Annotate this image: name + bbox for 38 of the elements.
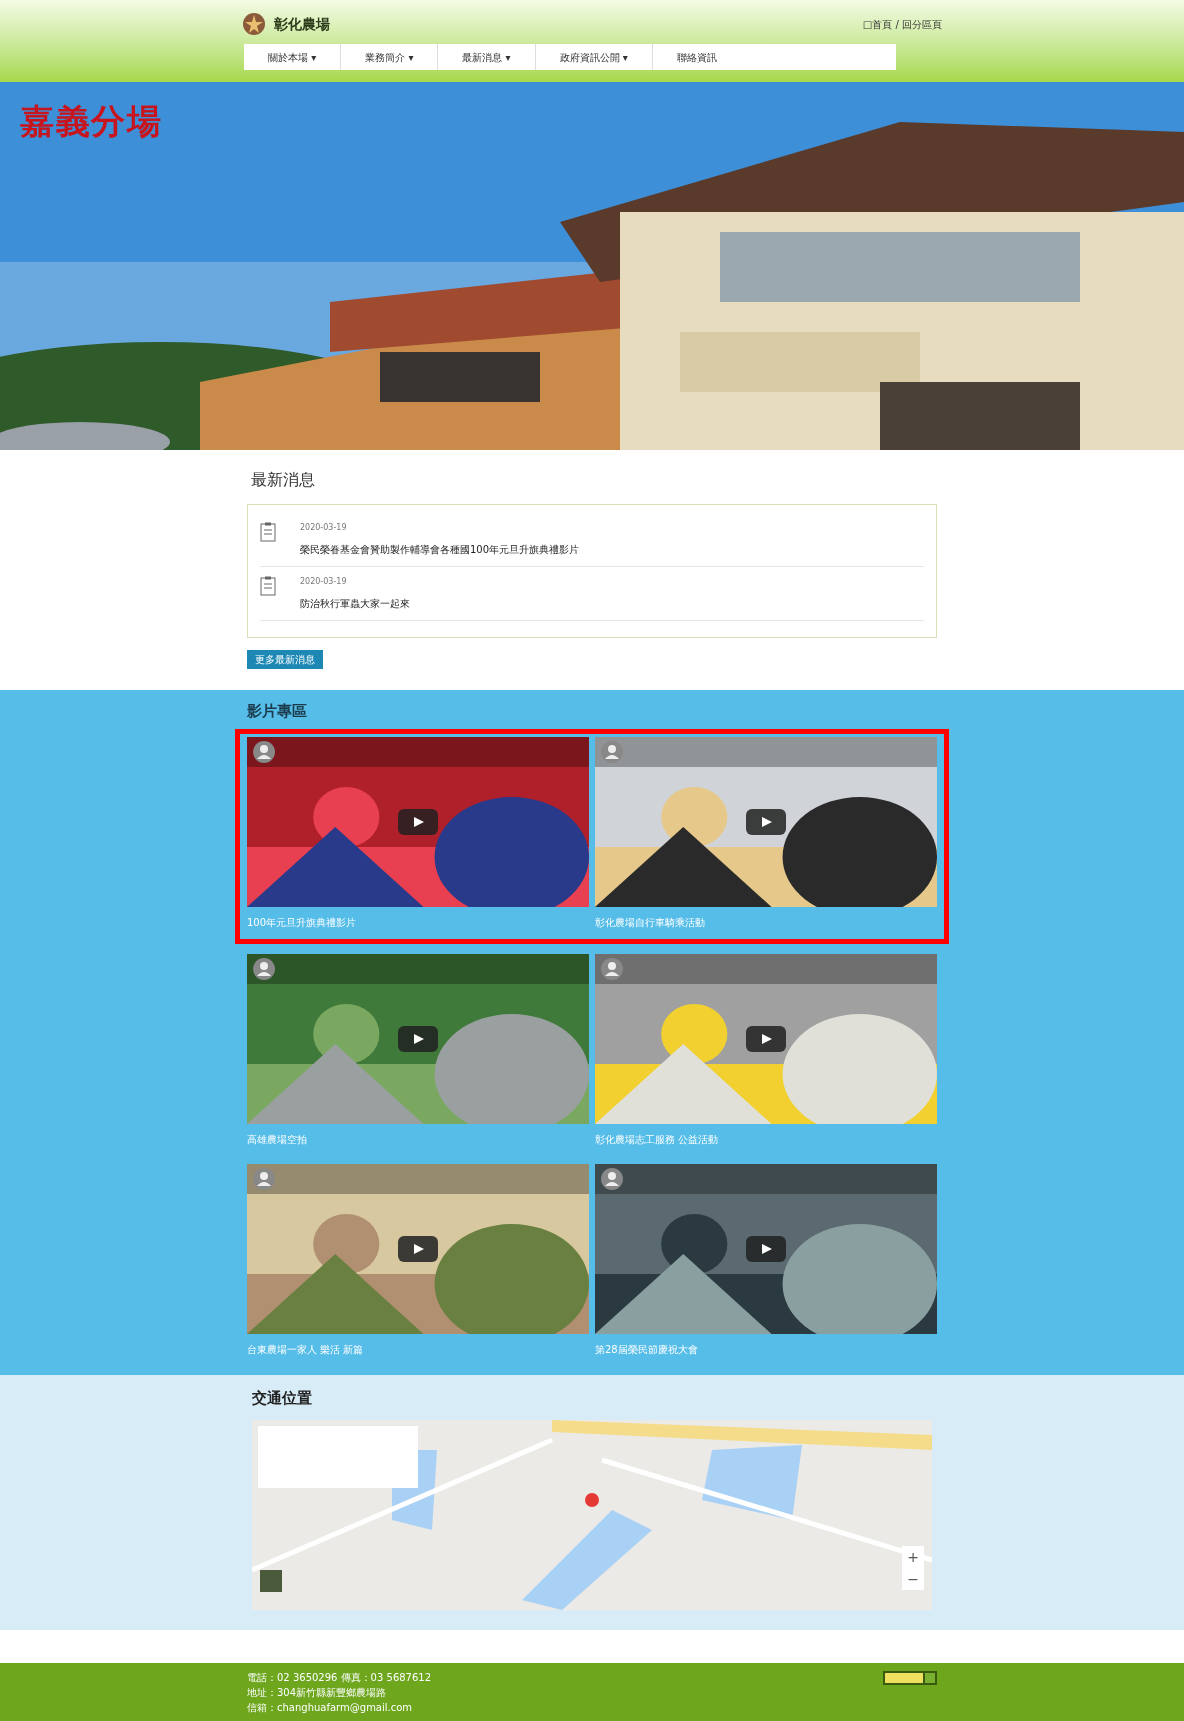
calendar-icon — [260, 522, 276, 542]
news-title-link[interactable]: 防治秋行軍蟲大家一起來 — [300, 596, 410, 611]
avatar-icon — [253, 1167, 275, 1190]
nav-item[interactable]: 關於本場 ▾ — [244, 44, 342, 70]
section-heading: 交通位置 — [252, 1388, 313, 1409]
news-date: 2020-03-19 — [300, 522, 348, 534]
top-links[interactable]: □首頁 / 回分區頁 — [862, 16, 942, 32]
play-icon[interactable] — [398, 808, 438, 835]
footer-text: 地址：304新竹縣新豐鄉農場路 — [247, 1686, 388, 1699]
footer-text: 信箱：changhuafarm@gmail.com — [247, 1701, 414, 1714]
accessibility-badge-icon — [883, 1671, 937, 1685]
map[interactable]: + − — [252, 1419, 932, 1610]
more-news-button[interactable]: 更多最新消息 — [247, 650, 323, 669]
zoom-in-button[interactable]: + — [902, 1545, 924, 1568]
hero-title: 嘉義分場 — [20, 100, 163, 143]
news-title-link[interactable]: 榮民榮眷基金會贊助製作輔導會各種國100年元旦升旗典禮影片 — [300, 542, 580, 557]
avatar-icon — [253, 740, 275, 763]
section-heading: 最新消息 — [251, 469, 316, 491]
avatar-icon — [253, 957, 275, 980]
nav-item[interactable]: 最新消息 ▾ — [438, 44, 536, 70]
calendar-icon — [260, 576, 276, 596]
avatar-icon — [601, 1167, 623, 1190]
nav-item[interactable]: 聯絡資訊 — [652, 44, 741, 70]
site-logo-text[interactable]: 彰化農場 — [274, 13, 330, 35]
avatar-icon — [601, 740, 623, 763]
play-icon[interactable] — [746, 1025, 786, 1052]
play-icon[interactable] — [398, 1235, 438, 1262]
news-date: 2020-03-19 — [300, 576, 348, 588]
play-icon[interactable] — [398, 1025, 438, 1052]
section-heading: 影片專區 — [247, 701, 308, 722]
footer-text: 電話：02 3650296 傳真：03 5687612 — [247, 1671, 432, 1684]
play-icon[interactable] — [746, 1235, 786, 1262]
play-icon[interactable] — [746, 808, 786, 835]
nav-item[interactable]: 業務簡介 ▾ — [341, 44, 439, 70]
zoom-out-button[interactable]: − — [902, 1567, 924, 1590]
emblem-icon — [242, 12, 266, 36]
avatar-icon — [601, 957, 623, 980]
nav-item[interactable]: 政府資訊公開 ▾ — [535, 44, 653, 70]
